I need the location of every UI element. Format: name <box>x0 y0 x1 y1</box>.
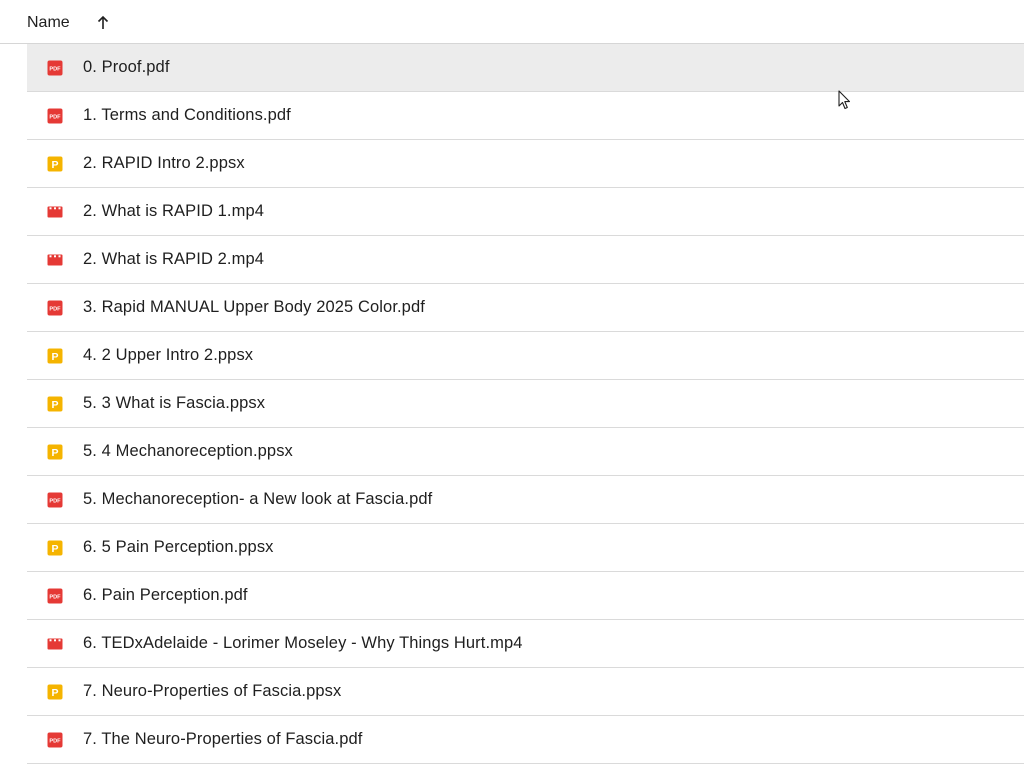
sort-by-name-button[interactable]: Name <box>27 10 110 36</box>
file-row[interactable]: 2. What is RAPID 1.mp4 <box>27 188 1024 236</box>
svg-text:PDF: PDF <box>49 307 61 313</box>
file-row[interactable]: 6. TEDxAdelaide - Lorimer Moseley - Why … <box>27 620 1024 668</box>
file-name: 5. 4 Mechanoreception.ppsx <box>83 442 293 460</box>
video-icon <box>47 252 63 268</box>
file-row[interactable]: PDF 1. Terms and Conditions.pdf <box>27 92 1024 140</box>
pdf-icon: PDF <box>47 732 63 748</box>
slides-icon: P <box>47 348 63 364</box>
slides-icon: P <box>47 396 63 412</box>
file-name: 2. What is RAPID 2.mp4 <box>83 250 265 268</box>
file-row[interactable]: PDF 5. Mechanoreception- a New look at Fa… <box>27 476 1024 524</box>
file-name: 5. Mechanoreception- a New look at Fasci… <box>83 490 433 508</box>
pdf-icon: PDF <box>47 60 63 76</box>
slides-icon: P <box>47 684 63 700</box>
file-row[interactable]: P 2. RAPID Intro 2.ppsx <box>27 140 1024 188</box>
file-row[interactable]: P 6. 5 Pain Perception.ppsx <box>27 524 1024 572</box>
svg-text:PDF: PDF <box>49 739 61 745</box>
svg-text:P: P <box>51 351 58 363</box>
svg-text:P: P <box>51 543 58 555</box>
slides-icon: P <box>47 540 63 556</box>
svg-text:PDF: PDF <box>49 67 61 73</box>
file-name: 7. Neuro-Properties of Fascia.ppsx <box>83 682 342 700</box>
arrow-up-icon <box>96 15 110 31</box>
slides-icon: P <box>47 444 63 460</box>
svg-text:P: P <box>51 399 58 411</box>
file-name: 4. 2 Upper Intro 2.ppsx <box>83 346 254 364</box>
pdf-icon: PDF <box>47 300 63 316</box>
pdf-icon: PDF <box>47 492 63 508</box>
file-name: 7. The Neuro-Properties of Fascia.pdf <box>83 730 363 748</box>
file-name: 6. Pain Perception.pdf <box>83 586 248 604</box>
file-row[interactable]: P 4. 2 Upper Intro 2.ppsx <box>27 332 1024 380</box>
file-row[interactable]: PDF 7. The Neuro-Properties of Fascia.pdf <box>27 716 1024 764</box>
file-row[interactable]: 2. What is RAPID 2.mp4 <box>27 236 1024 284</box>
file-name: 3. Rapid MANUAL Upper Body 2025 Color.pd… <box>83 298 425 316</box>
file-row[interactable]: PDF 3. Rapid MANUAL Upper Body 2025 Color… <box>27 284 1024 332</box>
slides-icon: P <box>47 156 63 172</box>
file-name: 1. Terms and Conditions.pdf <box>83 106 291 124</box>
svg-text:PDF: PDF <box>49 499 61 505</box>
file-row[interactable]: P 5. 3 What is Fascia.ppsx <box>27 380 1024 428</box>
file-name: 2. RAPID Intro 2.ppsx <box>83 154 245 172</box>
file-row[interactable]: P 7. Neuro-Properties of Fascia.ppsx <box>27 668 1024 716</box>
pdf-icon: PDF <box>47 108 63 124</box>
svg-text:PDF: PDF <box>49 595 61 601</box>
file-row[interactable]: PDF 6. Pain Perception.pdf <box>27 572 1024 620</box>
file-row[interactable]: PDF 0. Proof.pdf <box>27 44 1024 92</box>
file-name: 2. What is RAPID 1.mp4 <box>83 202 265 220</box>
file-name: 6. 5 Pain Perception.ppsx <box>83 538 274 556</box>
video-icon <box>47 204 63 220</box>
svg-text:P: P <box>51 159 58 171</box>
file-name: 5. 3 What is Fascia.ppsx <box>83 394 266 412</box>
file-name: 6. TEDxAdelaide - Lorimer Moseley - Why … <box>83 634 523 652</box>
file-list-header: Name <box>0 0 1024 44</box>
pdf-icon: PDF <box>47 588 63 604</box>
svg-text:P: P <box>51 447 58 459</box>
video-icon <box>47 636 63 652</box>
file-list: PDF 0. Proof.pdf PDF 1. Terms and Condition… <box>27 44 1024 764</box>
column-header-name: Name <box>27 14 70 31</box>
file-row[interactable]: P 5. 4 Mechanoreception.ppsx <box>27 428 1024 476</box>
file-name: 0. Proof.pdf <box>83 58 170 76</box>
svg-text:PDF: PDF <box>49 115 61 121</box>
svg-text:P: P <box>51 687 58 699</box>
